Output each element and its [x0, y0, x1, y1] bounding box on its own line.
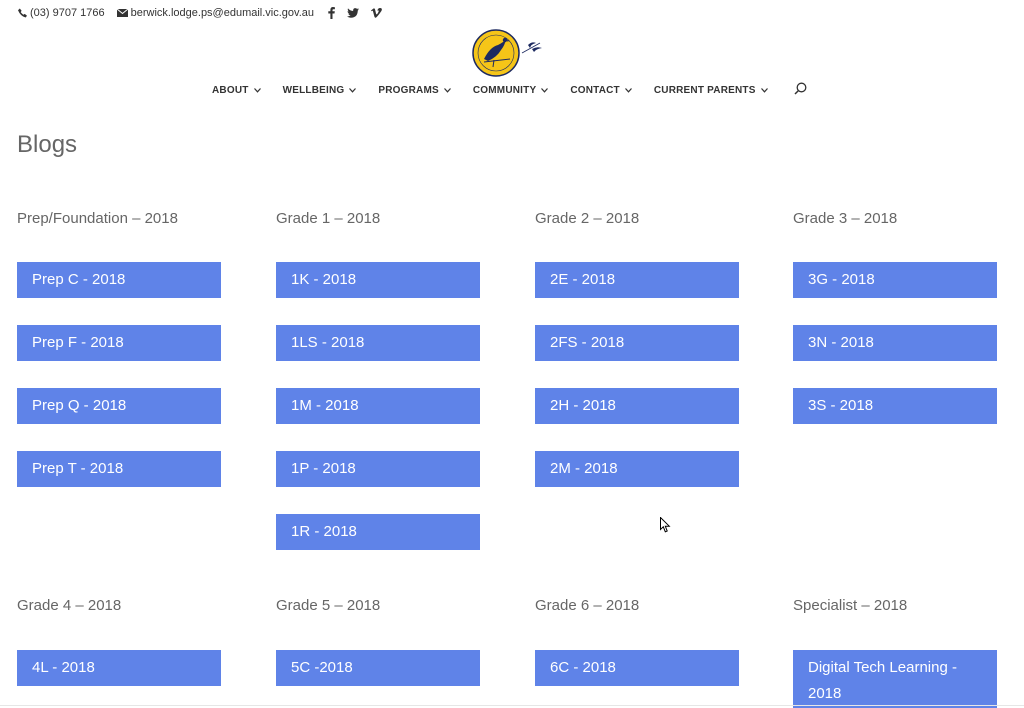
section-grade-6: Grade 6 – 2018 6C - 2018	[535, 596, 739, 686]
twitter-icon[interactable]	[347, 8, 360, 18]
nav-item-wellbeing[interactable]: WELLBEING	[283, 85, 357, 96]
section-grade-3: Grade 3 – 2018 3G - 2018 3N - 2018 3S - …	[793, 209, 997, 424]
school-logo[interactable]	[470, 29, 546, 77]
nav-label: CONTACT	[570, 84, 620, 96]
blog-link-button[interactable]: 3G - 2018	[793, 262, 997, 298]
blog-link-button[interactable]: 5C -2018	[276, 650, 480, 686]
section-prep-foundation: Prep/Foundation – 2018 Prep C - 2018 Pre…	[17, 209, 221, 487]
chevron-down-icon	[541, 85, 549, 96]
email-address: berwick.lodge.ps@edumail.vic.gov.au	[130, 7, 315, 19]
section-title: Grade 5 – 2018	[276, 597, 381, 614]
blog-link-button[interactable]: Digital Tech Learning - 2018	[793, 650, 997, 708]
blog-link-button[interactable]: 2FS - 2018	[535, 325, 739, 361]
phone-number: (03) 9707 1766	[30, 7, 105, 19]
phone-icon	[18, 8, 27, 18]
blog-link-button[interactable]: Prep C - 2018	[17, 262, 221, 298]
facebook-icon[interactable]	[328, 7, 335, 19]
section-grade-2: Grade 2 – 2018 2E - 2018 2FS - 2018 2H -…	[535, 209, 739, 487]
chevron-down-icon	[760, 85, 768, 96]
page-title: Blogs	[17, 131, 78, 158]
envelope-icon	[116, 9, 128, 17]
blog-link-button[interactable]: 4L - 2018	[17, 650, 221, 686]
nav-item-about[interactable]: ABOUT	[212, 85, 261, 96]
section-specialist: Specialist – 2018 Digital Tech Learning …	[793, 596, 997, 708]
blog-link-button[interactable]: 1M - 2018	[276, 388, 480, 424]
main-nav: ABOUT WELLBEING PROGRAMS COMMUNITY CONTA…	[212, 82, 807, 98]
section-title: Grade 4 – 2018	[17, 597, 122, 614]
section-grade-4: Grade 4 – 2018 4L - 2018	[17, 596, 221, 686]
blog-link-button[interactable]: 1P - 2018	[276, 451, 480, 487]
section-title: Grade 3 – 2018	[793, 210, 898, 227]
nav-label: ABOUT	[212, 84, 249, 96]
section-title: Grade 6 – 2018	[535, 597, 640, 614]
blog-link-button[interactable]: 2E - 2018	[535, 262, 739, 298]
blog-link-button[interactable]: 1LS - 2018	[276, 325, 480, 361]
blog-link-button[interactable]: 6C - 2018	[535, 650, 739, 686]
search-icon	[794, 82, 807, 98]
vimeo-icon[interactable]	[371, 8, 382, 18]
section-title: Grade 2 – 2018	[535, 210, 640, 227]
section-title: Grade 1 – 2018	[276, 210, 381, 227]
mouse-cursor-icon	[660, 516, 671, 538]
social-links	[328, 7, 394, 19]
blog-link-button[interactable]: Prep Q - 2018	[17, 388, 221, 424]
email-contact[interactable]: berwick.lodge.ps@edumail.vic.gov.au	[116, 7, 315, 19]
chevron-down-icon	[349, 85, 357, 96]
top-bar: (03) 9707 1766 berwick.lodge.ps@edumail.…	[18, 6, 394, 20]
nav-label: CURRENT PARENTS	[653, 84, 756, 96]
blog-link-button[interactable]: Prep F - 2018	[17, 325, 221, 361]
blog-link-button[interactable]: 1K - 2018	[276, 262, 480, 298]
nav-label: WELLBEING	[282, 84, 345, 96]
nav-item-current-parents[interactable]: CURRENT PARENTS	[654, 85, 768, 96]
blog-link-button[interactable]: Prep T - 2018	[17, 451, 221, 487]
blog-link-button[interactable]: 3N - 2018	[793, 325, 997, 361]
nav-item-community[interactable]: COMMUNITY	[472, 84, 549, 96]
blog-link-button[interactable]: 2H - 2018	[535, 388, 739, 424]
chevron-down-icon	[253, 85, 261, 96]
blog-link-button[interactable]: 1R - 2018	[276, 514, 480, 550]
chevron-down-icon	[624, 85, 632, 96]
section-grade-5: Grade 5 – 2018 5C -2018	[276, 596, 480, 686]
blog-link-button[interactable]: 2M - 2018	[535, 451, 739, 487]
section-title: Prep/Foundation – 2018	[17, 210, 178, 227]
nav-label: COMMUNITY	[472, 84, 537, 96]
nav-item-contact[interactable]: CONTACT	[570, 85, 632, 96]
phone-contact[interactable]: (03) 9707 1766	[18, 7, 105, 19]
chevron-down-icon	[443, 85, 451, 96]
section-grade-1: Grade 1 – 2018 1K - 2018 1LS - 2018 1M -…	[276, 209, 480, 550]
search-button[interactable]	[794, 82, 807, 98]
nav-item-programs[interactable]: PROGRAMS	[378, 85, 451, 96]
nav-label: PROGRAMS	[378, 84, 439, 96]
section-title: Specialist – 2018	[793, 597, 908, 614]
blog-link-button[interactable]: 3S - 2018	[793, 388, 997, 424]
